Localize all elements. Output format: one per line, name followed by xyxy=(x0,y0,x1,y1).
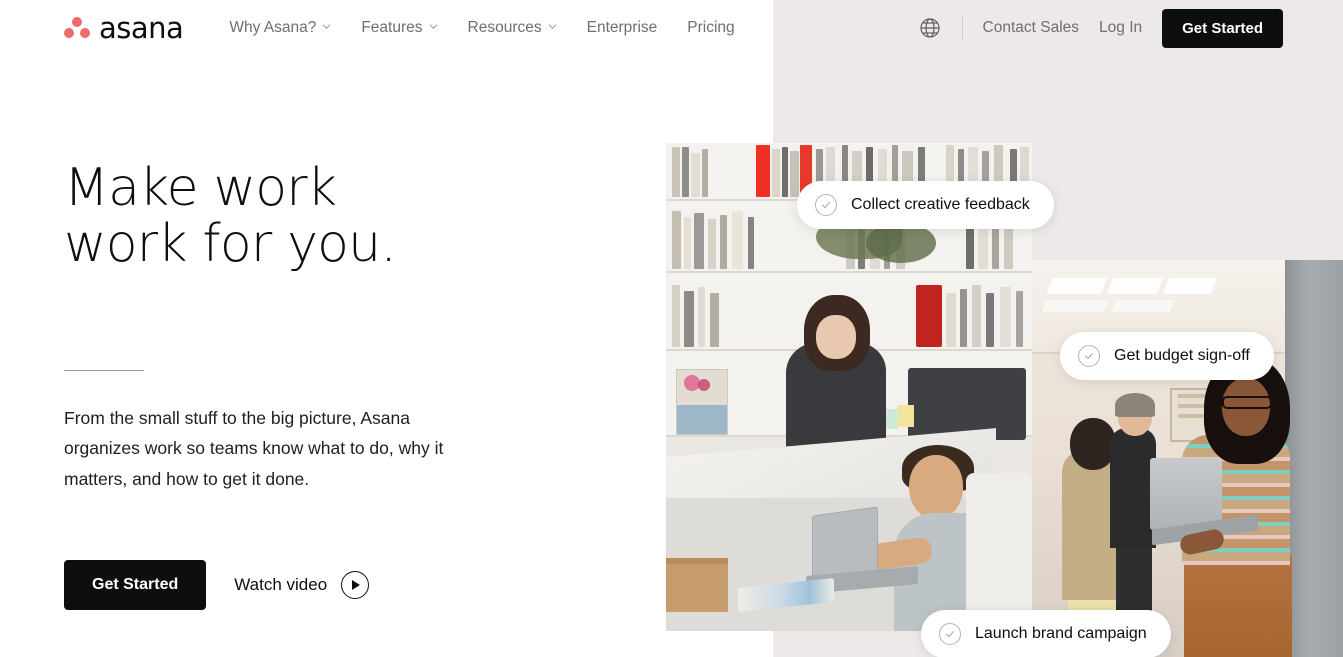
floating-task-pill-collect-feedback[interactable]: Collect creative feedback xyxy=(797,181,1054,229)
watch-video-label: Watch video xyxy=(234,574,328,594)
header-actions: Contact Sales Log In Get Started xyxy=(918,8,1283,48)
contact-sales-link[interactable]: Contact Sales xyxy=(983,19,1080,37)
nav-item-resources[interactable]: Resources xyxy=(468,19,557,37)
pill-label: Get budget sign-off xyxy=(1114,347,1250,364)
floating-task-pill-budget-signoff[interactable]: Get budget sign-off xyxy=(1060,332,1274,380)
pill-label: Launch brand campaign xyxy=(975,625,1147,642)
nav-label: Resources xyxy=(467,19,542,36)
globe-icon[interactable] xyxy=(918,16,942,40)
floating-task-pill-launch-campaign[interactable]: Launch brand campaign xyxy=(921,610,1171,657)
asana-logo[interactable]: asana xyxy=(64,10,184,45)
pill-label: Collect creative feedback xyxy=(851,196,1030,213)
play-circle-icon xyxy=(341,570,370,599)
site-header: asana Why Asana? Features Resources Ente… xyxy=(0,0,1343,56)
watch-video-button[interactable]: Watch video xyxy=(234,570,370,599)
check-circle-icon xyxy=(815,194,837,216)
check-circle-icon xyxy=(1078,345,1100,367)
hero-cta-group: Get Started Watch video xyxy=(64,559,484,610)
nav-label: Enterprise xyxy=(586,19,658,36)
nav-item-enterprise[interactable]: Enterprise xyxy=(587,19,658,37)
header-divider xyxy=(961,17,963,39)
nav-item-why-asana[interactable]: Why Asana? xyxy=(229,19,331,37)
asana-logo-text: asana xyxy=(99,10,184,45)
hero-subtitle: From the small stuff to the big picture,… xyxy=(64,408,444,489)
chevron-down-icon xyxy=(322,22,331,31)
check-circle-icon xyxy=(939,623,961,645)
nav-item-features[interactable]: Features xyxy=(361,19,437,37)
nav-label: Features xyxy=(361,19,423,36)
primary-navigation: Why Asana? Features Resources Enterprise xyxy=(229,19,734,37)
hero-title: Make work work for you. xyxy=(64,158,397,275)
hero-photo-open-office xyxy=(1032,260,1343,657)
chevron-down-icon xyxy=(429,22,438,31)
chevron-down-icon xyxy=(548,22,557,31)
log-in-link[interactable]: Log In xyxy=(1099,19,1142,37)
hero-divider-rule xyxy=(64,370,144,372)
nav-label: Pricing xyxy=(687,19,735,36)
hero-content: Make work work for you. From the small s… xyxy=(64,160,484,610)
nav-item-pricing[interactable]: Pricing xyxy=(687,19,734,37)
asana-logo-dots-icon xyxy=(64,17,90,39)
get-started-button-header[interactable]: Get Started xyxy=(1162,8,1283,48)
asana-landing-page: asana Why Asana? Features Resources Ente… xyxy=(0,0,1343,657)
get-started-button-hero[interactable]: Get Started xyxy=(64,559,207,610)
nav-label: Why Asana? xyxy=(229,19,317,36)
